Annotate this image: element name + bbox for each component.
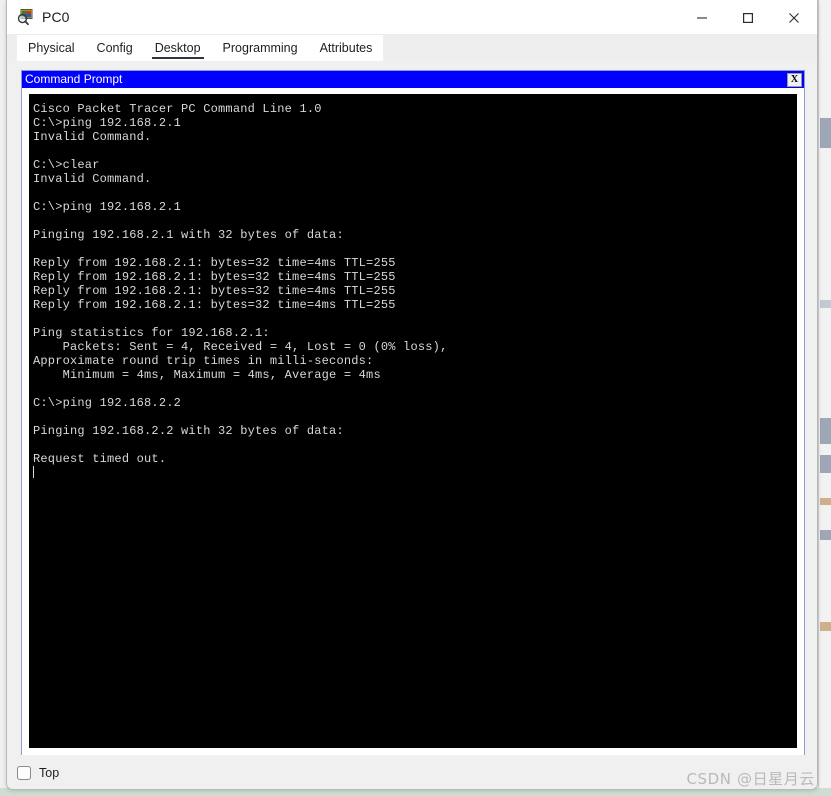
tab-config[interactable]: Config	[85, 35, 144, 61]
top-checkbox[interactable]	[17, 765, 31, 780]
window-titlebar: PC0	[7, 0, 817, 35]
tab-programming[interactable]: Programming	[211, 35, 309, 61]
tab-desktop[interactable]: Desktop	[143, 35, 212, 61]
terminal-line: Packets: Sent = 4, Received = 4, Lost = …	[33, 340, 448, 354]
terminal-line: Reply from 192.168.2.1: bytes=32 time=4m…	[33, 298, 396, 312]
window-title: PC0	[42, 9, 70, 25]
command-prompt-titlebar: Command Prompt X	[22, 71, 804, 88]
terminal-line: Reply from 192.168.2.1: bytes=32 time=4m…	[33, 270, 396, 284]
watermark: CSDN @日星月云	[686, 770, 815, 788]
desktop-backdrop: PC0 Physical Config Desktop Programming …	[0, 0, 831, 796]
tab-physical[interactable]: Physical	[17, 35, 86, 61]
terminal-cursor-line	[33, 466, 797, 480]
terminal-line: C:\>ping 192.168.2.1	[33, 116, 182, 130]
maximize-button[interactable]	[725, 0, 771, 35]
terminal-line: Invalid Command.	[33, 130, 152, 144]
terminal-line: C:\>clear	[33, 158, 100, 172]
tab-desktop-label: Desktop	[154, 41, 201, 55]
packet-tracer-icon	[17, 8, 35, 26]
pc0-device-window: PC0 Physical Config Desktop Programming …	[6, 0, 818, 790]
terminal-line: Approximate round trip times in milli-se…	[33, 354, 374, 368]
tab-programming-label: Programming	[222, 41, 298, 55]
command-prompt-title: Command Prompt	[25, 72, 123, 86]
terminal-line: Request timed out.	[33, 452, 167, 466]
text-cursor	[33, 466, 34, 478]
terminal-line: Reply from 192.168.2.1: bytes=32 time=4m…	[33, 256, 396, 270]
window-controls	[679, 0, 817, 35]
terminal-frame: Cisco Packet Tracer PC Command Line 1.0 C…	[22, 88, 804, 755]
command-prompt-close-button[interactable]: X	[787, 72, 802, 87]
terminal-line: C:\>ping 192.168.2.1	[33, 200, 182, 214]
device-tabs: Physical Config Desktop Programming Attr…	[7, 35, 817, 61]
command-prompt-window: Command Prompt X Cisco Packet Tracer PC …	[21, 70, 805, 756]
minimize-button[interactable]	[679, 0, 725, 35]
terminal-line: C:\>ping 192.168.2.2	[33, 396, 182, 410]
terminal-line: Pinging 192.168.2.2 with 32 bytes of dat…	[33, 424, 344, 438]
top-checkbox-label: Top	[39, 765, 60, 780]
tab-physical-label: Physical	[28, 41, 75, 55]
terminal-line: Invalid Command.	[33, 172, 152, 186]
terminal-line: Reply from 192.168.2.1: bytes=32 time=4m…	[33, 284, 396, 298]
terminal-line: Cisco Packet Tracer PC Command Line 1.0	[33, 102, 322, 116]
terminal-line: Ping statistics for 192.168.2.1:	[33, 326, 270, 340]
tab-attributes[interactable]: Attributes	[308, 35, 384, 61]
terminal-output[interactable]: Cisco Packet Tracer PC Command Line 1.0 C…	[29, 94, 797, 748]
terminal-line: Minimum = 4ms, Maximum = 4ms, Average = …	[33, 368, 381, 382]
tab-config-label: Config	[96, 41, 133, 55]
tab-attributes-label: Attributes	[319, 41, 373, 55]
close-button[interactable]	[771, 0, 817, 35]
background-window-strip	[818, 0, 831, 796]
terminal-line: Pinging 192.168.2.1 with 32 bytes of dat…	[33, 228, 344, 242]
